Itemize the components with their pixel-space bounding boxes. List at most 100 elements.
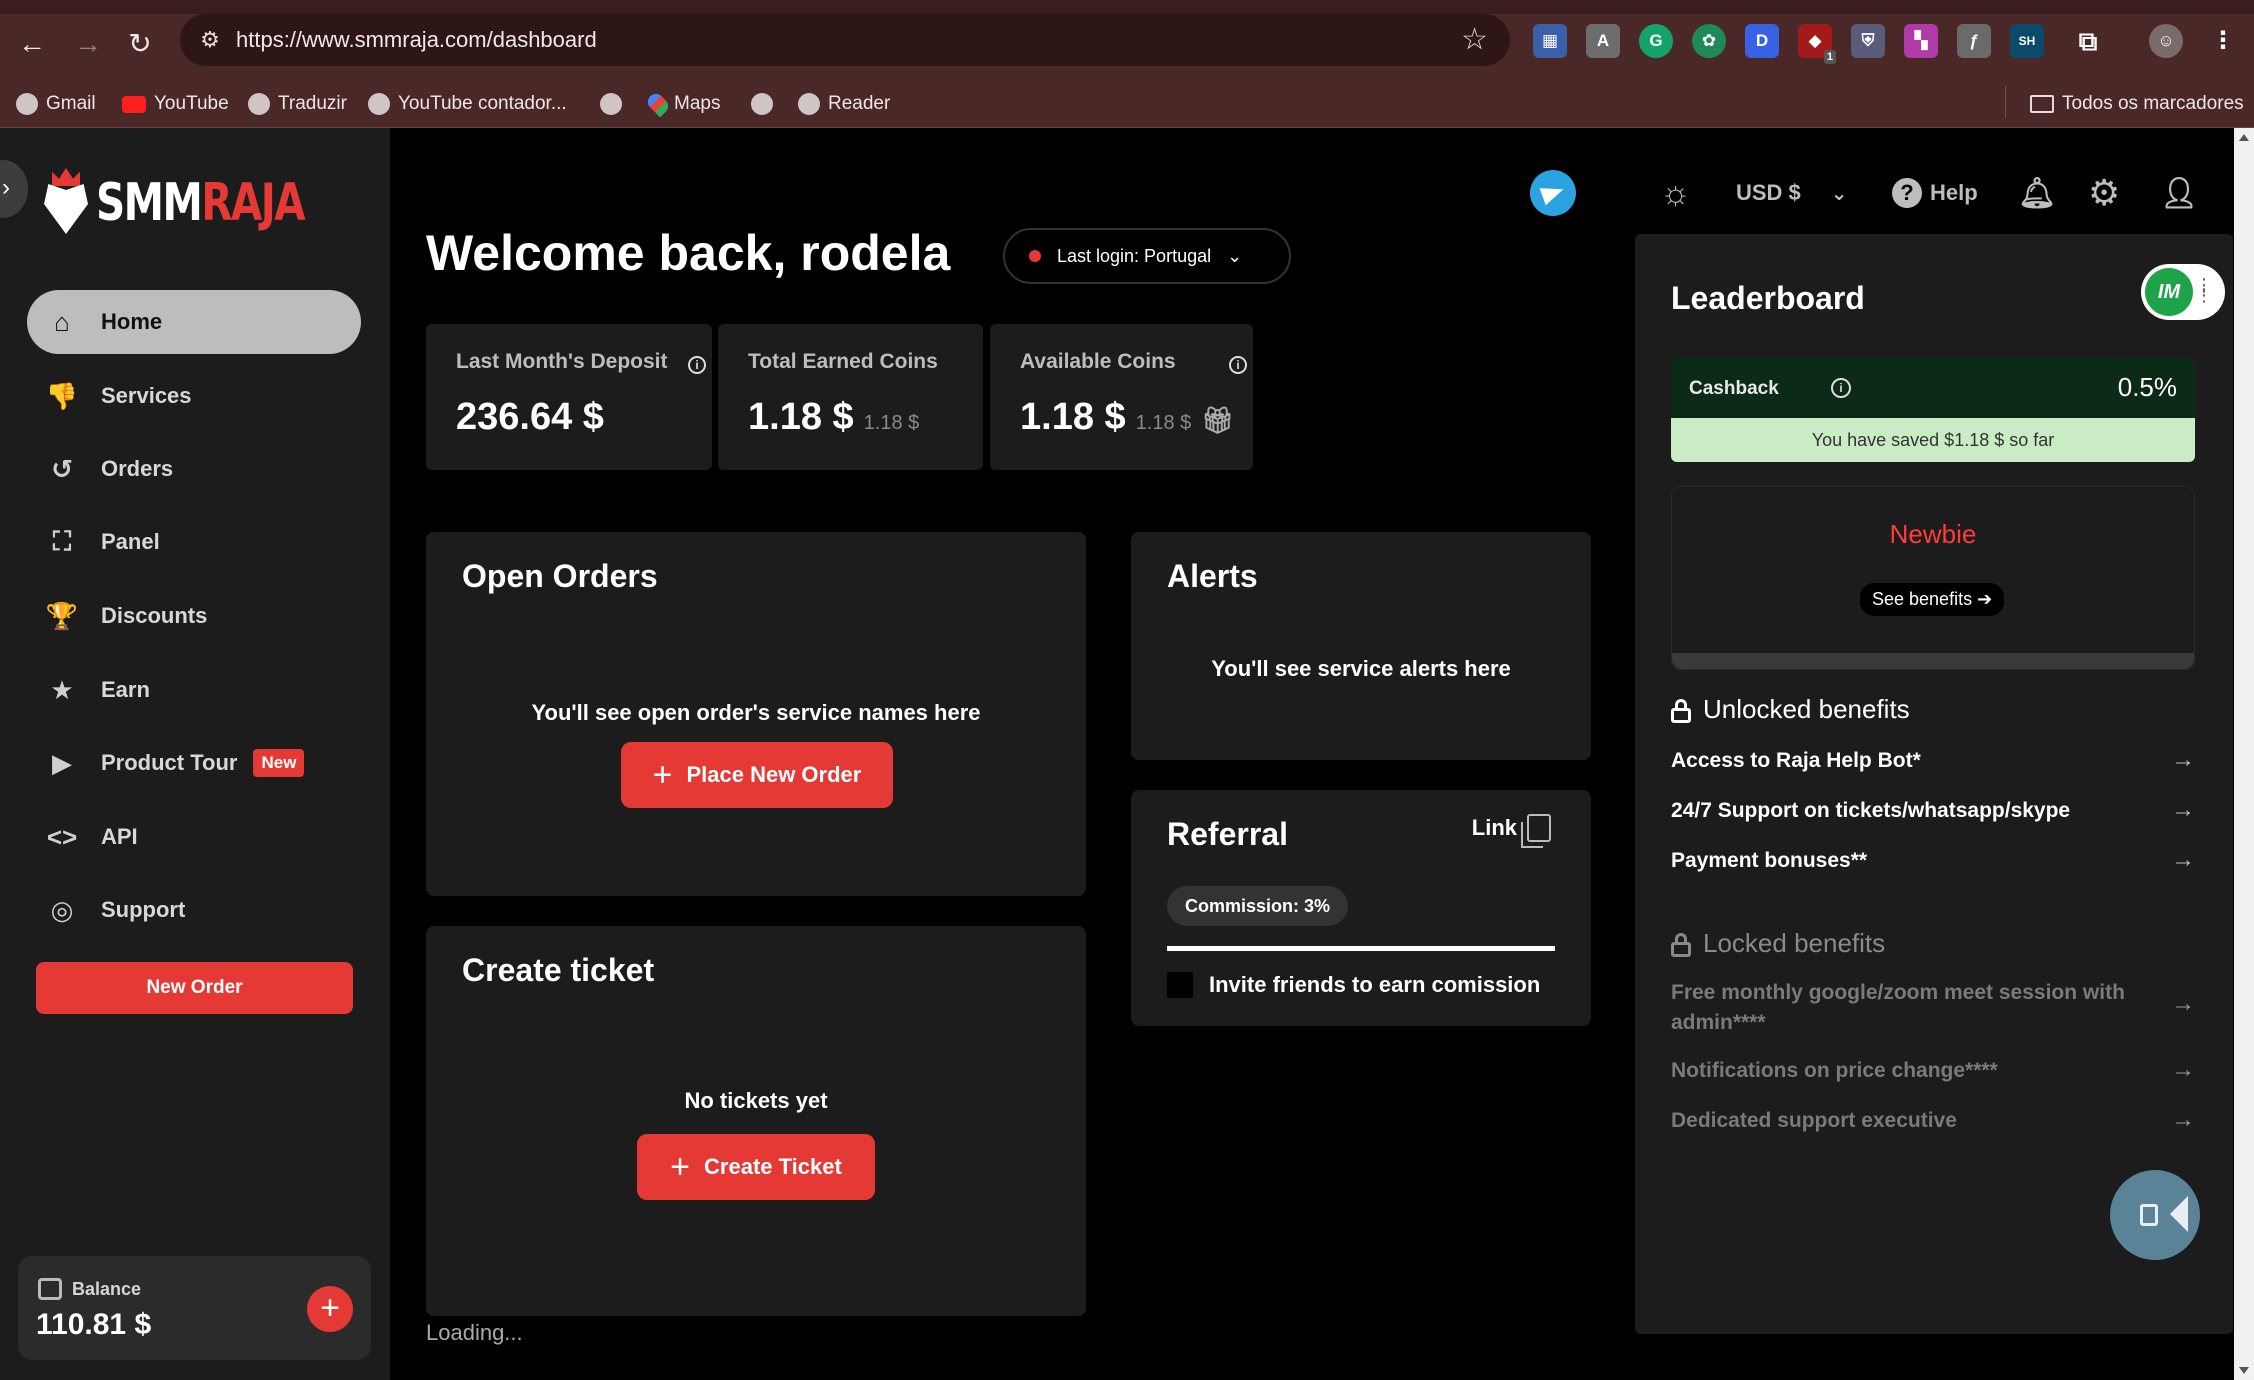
font-ext-icon[interactable]: ƒ [1957, 24, 1991, 58]
see-benefits-button[interactable]: See benefits ➔ [1860, 583, 2005, 616]
alerts-card: Alerts You'll see service alerts here [1131, 532, 1591, 760]
arrow-right-icon: → [2171, 846, 2195, 873]
sidebar-item-support[interactable]: ◎ Support [27, 878, 361, 942]
plus-icon: + [670, 1148, 691, 1186]
play-icon: ▶ [52, 747, 72, 778]
new-badge: New [253, 749, 305, 777]
card-title: Create ticket [462, 952, 655, 988]
bookmark-globe[interactable] [600, 90, 622, 118]
chatgpt-ext-icon[interactable]: ✿ [1692, 24, 1726, 58]
chevron-down-icon: ⌄ [1830, 182, 1848, 205]
lock-icon [1671, 932, 1691, 957]
bookmark-globe-2[interactable] [751, 90, 773, 118]
extensions-puzzle-icon[interactable]: ⧉ [2071, 24, 2105, 58]
sun-icon: ☼ [1660, 173, 1692, 212]
help-link[interactable]: ? Help [1892, 170, 1978, 216]
user-profile-icon[interactable]: 👤︎ [2160, 170, 2198, 216]
new-order-button[interactable]: New Order [36, 962, 353, 1014]
telegram-icon[interactable] [1530, 170, 1576, 216]
bookmark-star-icon[interactable]: ☆ [1461, 22, 1488, 57]
sidebar-item-earn[interactable]: ★ Earn [27, 658, 361, 722]
calculator-ext-icon[interactable]: ▦ [1533, 24, 1567, 58]
info-icon[interactable]: i [1831, 378, 1851, 398]
address-bar[interactable]: ⚙ https://www.smmraja.com/dashboard ☆ [180, 14, 1510, 66]
bookmarks-bar: Gmail YouTube Traduzir YouTube contador.… [0, 80, 2254, 128]
logo-text-raja: RAJA [201, 173, 305, 233]
info-icon[interactable]: i [688, 356, 706, 374]
sidebar-item-orders[interactable]: ↺ Orders [27, 437, 361, 501]
grammarly-ext-icon[interactable]: G [1639, 24, 1673, 58]
last-login-dropdown[interactable]: Last login: Portugal ⌄ [1003, 228, 1291, 284]
add-funds-button[interactable]: + [307, 1286, 353, 1332]
place-new-order-button[interactable]: + Place New Order [621, 742, 893, 808]
benefit-item[interactable]: Notifications on price change**** → [1671, 1056, 2195, 1086]
sidebar-item-discounts[interactable]: 🏆 Discounts [27, 584, 361, 648]
page-scrollbar[interactable] [2234, 128, 2254, 1380]
stat-value: 236.64 $ [456, 396, 604, 438]
benefit-item[interactable]: Access to Raja Help Bot* → [1671, 746, 2195, 776]
leaderboard-title: Leaderboard [1671, 280, 1865, 316]
sidebar-item-home[interactable]: ⌂ Home [27, 290, 361, 354]
bookmark-traduzir[interactable]: Traduzir [248, 90, 347, 118]
lion-logo-icon [40, 168, 92, 238]
tier-card: Newbie See benefits ➔ [1671, 486, 2195, 670]
locked-benefits-heading: Locked benefits [1671, 928, 1885, 959]
bookmark-gmail[interactable]: Gmail [16, 90, 96, 118]
sh-ext-icon[interactable]: SH [2010, 24, 2044, 58]
translate-ext-icon[interactable]: A [1586, 24, 1620, 58]
benefit-item[interactable]: Free monthly google/zoom meet session wi… [1671, 978, 2195, 1038]
currency-select[interactable]: USD $ ⌄ [1736, 170, 1848, 216]
balance-label: Balance [72, 1278, 142, 1299]
sidebar-item-product-tour[interactable]: ▶ Product Tour New [27, 731, 361, 795]
settings-gear-icon[interactable]: ⚙ [2088, 170, 2120, 216]
home-icon: ⌂ [54, 306, 70, 337]
stat-available-coins: Available Coins i 1.18 $ 1.18 $ 🎁︎ [990, 324, 1253, 470]
benefit-item[interactable]: 24/7 Support on tickets/whatsapp/skype → [1671, 796, 2195, 826]
bookmark-youtube-contador[interactable]: YouTube contador... [368, 90, 567, 118]
sidebar-item-services[interactable]: 👎 Services [27, 364, 361, 428]
currency-label: USD $ [1736, 180, 1801, 205]
url-text[interactable]: https://www.smmraja.com/dashboard [236, 27, 597, 53]
invite-row[interactable]: Invite friends to earn comission [1167, 972, 1540, 998]
invite-checkbox[interactable] [1167, 972, 1193, 998]
site-info-icon[interactable]: ⚙ [194, 24, 226, 56]
plus-icon: + [652, 756, 673, 794]
bell-icon[interactable]: 🔔︎ [2018, 170, 2056, 216]
gift-icon[interactable]: 🎁︎ [1201, 405, 1234, 435]
youtube-icon [122, 95, 146, 113]
leaderboard-toggle[interactable]: IM ⋮ ⋮ [2141, 264, 2225, 320]
bookmark-maps[interactable]: Maps [644, 90, 720, 118]
back-icon[interactable]: ← [12, 24, 52, 64]
all-bookmarks[interactable]: Todos os marcadores [2030, 90, 2244, 118]
last-login-text: Last login: Portugal [1057, 245, 1212, 266]
sidebar-item-api[interactable]: <> API [27, 805, 361, 869]
referral-copy-link[interactable]: Link [1472, 814, 1551, 848]
forward-icon[interactable]: → [68, 24, 108, 64]
info-icon[interactable]: i [1229, 356, 1247, 374]
profile-avatar-icon[interactable]: ☺ [2149, 24, 2183, 58]
bookmark-reader[interactable]: Reader [798, 90, 890, 118]
sidebar-item-panel[interactable]: ⛶ Panel [27, 510, 361, 574]
arrow-right-icon: → [2171, 796, 2195, 823]
announcement-megaphone-icon[interactable] [2110, 1170, 2200, 1260]
colorpick-ext-icon[interactable]: ▚ [1904, 24, 1938, 58]
bookmark-youtube[interactable]: YouTube [122, 90, 229, 118]
smmraja-logo[interactable]: SMMRAJA [40, 168, 363, 238]
theme-toggle[interactable]: ☼ [1660, 170, 1691, 216]
stat-sub-value: 1.18 $ [1135, 412, 1192, 434]
shield-ext-icon[interactable]: ⛨ [1851, 24, 1885, 58]
browser-menu-icon[interactable]: ⋮ [2206, 24, 2240, 58]
open-orders-card: Open Orders You'll see open order's serv… [426, 532, 1086, 896]
leaderboard-panel: Leaderboard IM ⋮ ⋮ Cashback i 0.5% You ha… [1635, 234, 2233, 1334]
cashback-row: Cashback i 0.5% [1671, 358, 2195, 418]
benefit-item[interactable]: Dedicated support executive → [1671, 1106, 2195, 1136]
d-ext-icon[interactable]: D [1745, 24, 1779, 58]
stat-total-earned-coins: Total Earned Coins 1.18 $ 1.18 $ [718, 324, 983, 470]
create-ticket-button[interactable]: + Create Ticket [637, 1134, 875, 1200]
sidebar-collapse-button[interactable]: › [0, 160, 28, 218]
reload-icon[interactable]: ↻ [120, 24, 160, 64]
ublock-ext-icon[interactable]: ◆ 1 [1798, 24, 1836, 64]
code-icon: <> [46, 821, 78, 852]
benefit-item[interactable]: Payment bonuses** → [1671, 846, 2195, 876]
folder-icon [2030, 95, 2054, 113]
